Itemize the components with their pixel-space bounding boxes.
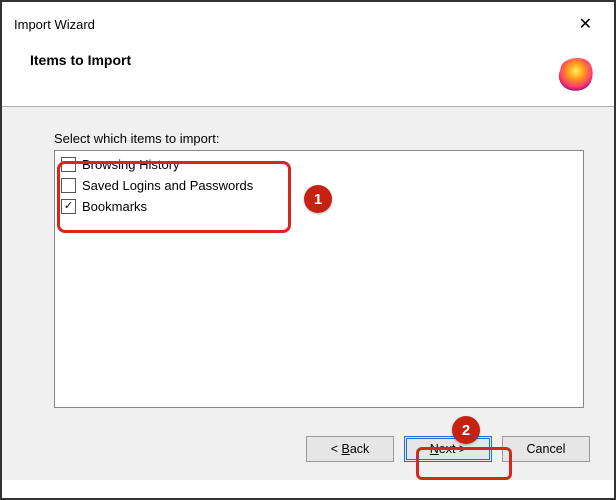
checkbox-label: Browsing History [82,157,180,172]
window-title: Import Wizard [14,17,95,32]
firefox-icon [554,52,596,94]
list-item[interactable]: Bookmarks [59,197,255,216]
prompt-label: Select which items to import: [54,131,584,146]
checkbox-label: Saved Logins and Passwords [82,178,253,193]
close-icon[interactable]: ✕ [569,10,602,38]
next-button[interactable]: Next > [404,436,492,462]
checkbox-label: Bookmarks [82,199,147,214]
footer: < Back Next > Cancel [2,426,614,480]
checkbox[interactable] [61,178,76,193]
checkbox[interactable] [61,157,76,172]
page-title: Items to Import [30,52,131,68]
header: Items to Import [2,42,614,107]
checkbox-group: Browsing History Saved Logins and Passwo… [59,155,255,218]
cancel-button[interactable]: Cancel [502,436,590,462]
list-item[interactable]: Browsing History [59,155,255,174]
content-area: Select which items to import: Browsing H… [2,107,614,426]
titlebar: Import Wizard ✕ [2,2,614,42]
back-button[interactable]: < Back [306,436,394,462]
checkbox[interactable] [61,199,76,214]
list-item[interactable]: Saved Logins and Passwords [59,176,255,195]
items-listbox: Browsing History Saved Logins and Passwo… [54,150,584,408]
